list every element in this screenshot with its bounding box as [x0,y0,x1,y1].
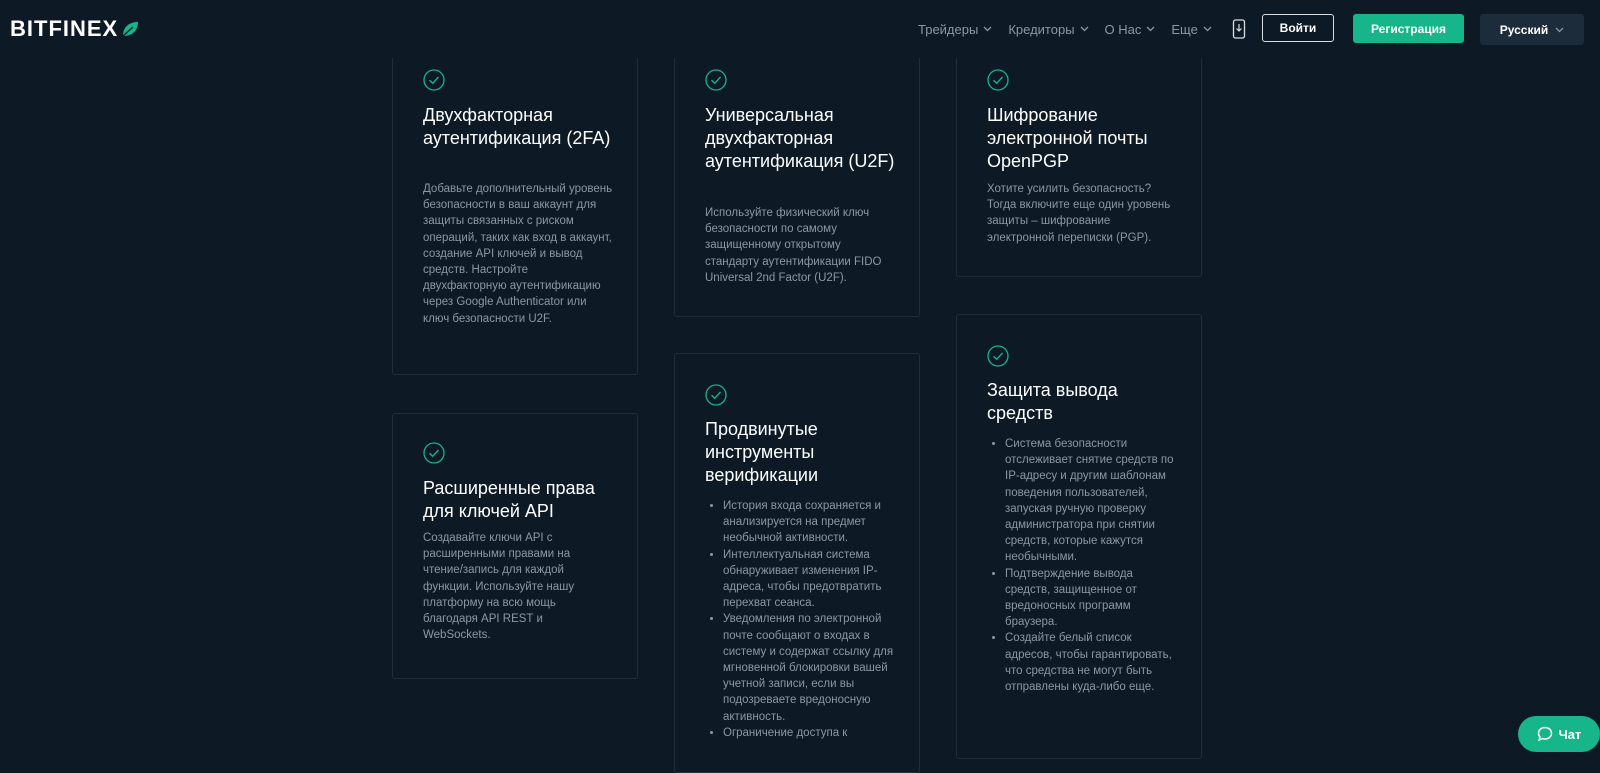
list-item: Уведомления по электронной почте сообщаю… [723,611,897,724]
feature-card-verification: Продвинутые инструменты верификации Исто… [674,353,920,773]
card-bullet-list: История входа сохраняется и анализируетс… [705,498,897,741]
check-circle-icon [987,69,1009,91]
check-circle-icon [705,69,727,91]
feature-card-withdrawal: Защита вывода средств Система безопаснос… [956,314,1202,759]
chevron-down-icon [1146,26,1155,32]
feature-card-openpgp: Шифрование электронной почты OpenPGP Хот… [956,40,1202,277]
register-button[interactable]: Регистрация [1353,14,1464,43]
feature-card-api-keys: Расширенные права для ключей API Создава… [392,413,638,679]
feature-card-u2f: Универсальная двухфакторная аутентификац… [674,40,920,317]
main-nav: Трейдеры Кредиторы О Нас Еще [918,0,1262,58]
chat-label: Чат [1558,726,1582,742]
card-description: Создавайте ключи API с расширенными прав… [423,532,575,642]
card-description: Хотите усилить безопасность? Тогда включ… [987,183,1171,244]
chat-bubble-icon [1537,726,1552,742]
card-title: Двухфакторная аутентификация (2FA) [423,105,611,148]
mobile-app-icon[interactable] [1232,19,1246,39]
list-item: Система безопасности отслеживает снятие … [1005,436,1179,566]
top-header: BITFINEX Трейдеры Кредиторы О Нас Еще Во… [0,0,1600,58]
chevron-down-icon [1203,26,1212,32]
list-item: Ограничение доступа к [723,725,897,741]
card-title: Универсальная двухфакторная аутентификац… [705,105,895,171]
chevron-down-icon [983,26,992,32]
check-circle-icon [987,345,1009,367]
list-item: Создайте белый список адресов, чтобы гар… [1005,630,1179,695]
chevron-down-icon [1080,26,1089,32]
card-description: Используйте физический ключ безопасности… [705,207,882,284]
card-title: Расширенные права для ключей API [423,478,595,521]
leaf-icon [122,22,139,37]
logo-text: BITFINEX [10,16,119,41]
list-item: История входа сохраняется и анализируетс… [723,498,897,547]
language-selector[interactable]: Русский [1480,14,1584,45]
nav-about[interactable]: О Нас [1105,22,1156,37]
check-circle-icon [705,384,727,406]
chat-button[interactable]: Чат [1518,716,1600,752]
card-description: Добавьте дополнительный уровень безопасн… [423,183,613,325]
list-item: Подтверждение вывода средств, защищенное… [1005,566,1179,631]
check-circle-icon [423,442,445,464]
list-item: Интеллектуальная система обнаруживает из… [723,547,897,612]
card-title: Защита вывода средств [987,380,1118,423]
chevron-down-icon [1555,27,1564,32]
nav-more[interactable]: Еще [1171,22,1212,37]
check-circle-icon [423,69,445,91]
card-bullet-list: Система безопасности отслеживает снятие … [987,436,1179,695]
nav-traders[interactable]: Трейдеры [918,22,992,37]
login-button[interactable]: Войти [1262,14,1334,42]
nav-lenders[interactable]: Кредиторы [1008,22,1089,37]
card-title: Шифрование электронной почты OpenPGP [987,105,1148,171]
bitfinex-logo[interactable]: BITFINEX [10,16,140,42]
card-title: Продвинутые инструменты верификации [705,419,819,485]
feature-card-2fa: Двухфакторная аутентификация (2FA) Добав… [392,40,638,375]
